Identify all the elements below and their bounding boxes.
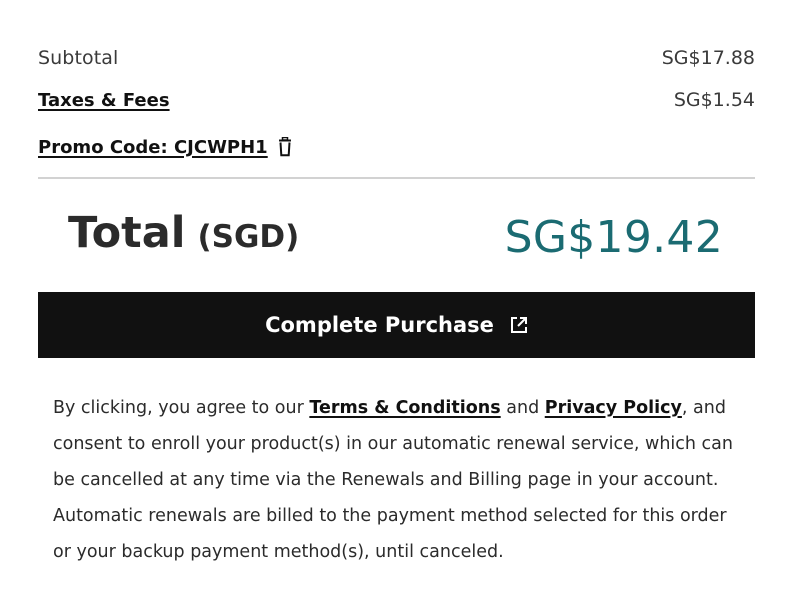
legal-text-between: and xyxy=(500,398,545,418)
total-label: Total (SGD) xyxy=(68,208,299,264)
subtotal-value: SG$17.88 xyxy=(661,47,755,69)
total-word: Total xyxy=(68,208,186,258)
privacy-policy-link[interactable]: Privacy Policy xyxy=(545,398,682,418)
trash-icon[interactable] xyxy=(278,136,292,157)
legal-text-after: , and consent to enroll your product(s) … xyxy=(53,398,733,562)
legal-text-before: By clicking, you agree to our xyxy=(53,398,310,418)
terms-conditions-link[interactable]: Terms & Conditions xyxy=(309,398,500,418)
promo-code-link[interactable]: Promo Code: CJCWPH1 xyxy=(38,137,268,158)
summary-divider xyxy=(38,177,755,179)
promo-code-row: Promo Code: CJCWPH1 xyxy=(38,134,292,160)
legal-consent-text: By clicking, you agree to our Terms & Co… xyxy=(53,390,747,570)
taxes-row: Taxes & Fees SG$1.54 xyxy=(38,87,755,113)
complete-purchase-button[interactable]: Complete Purchase xyxy=(38,292,755,358)
external-link-icon xyxy=(510,316,528,334)
total-currency: (SGD) xyxy=(197,219,300,255)
complete-purchase-label: Complete Purchase xyxy=(265,313,494,337)
subtotal-label: Subtotal xyxy=(38,47,119,69)
total-value: SG$19.42 xyxy=(504,212,723,263)
taxes-fees-link[interactable]: Taxes & Fees xyxy=(38,90,170,111)
taxes-value: SG$1.54 xyxy=(673,89,755,111)
subtotal-row: Subtotal SG$17.88 xyxy=(38,45,755,71)
